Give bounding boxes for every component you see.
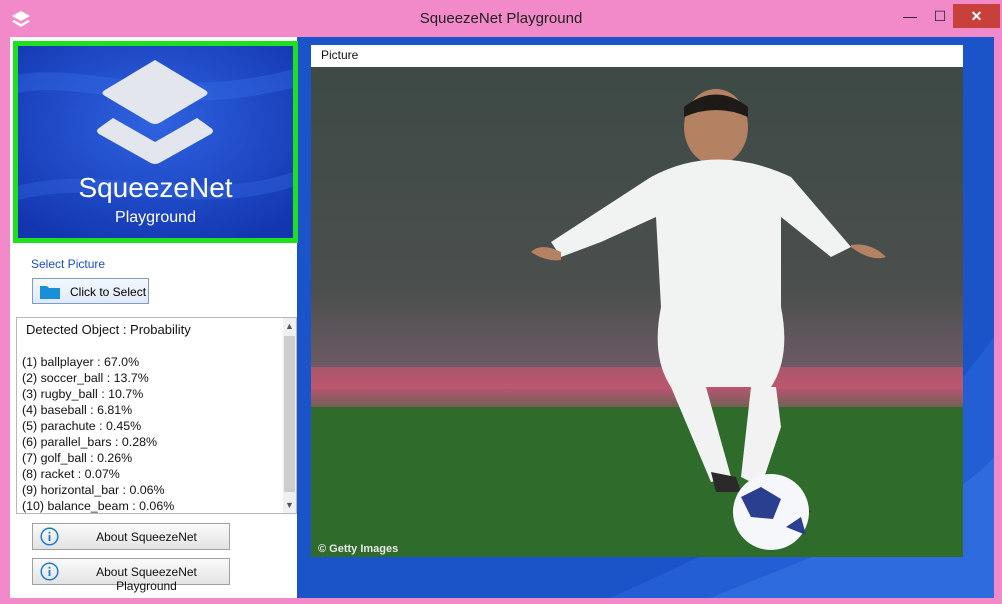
scroll-up-icon[interactable]: ▲	[283, 318, 296, 334]
scroll-down-icon[interactable]: ▼	[283, 497, 296, 513]
info-icon	[40, 562, 59, 581]
list-item: (7) golf_ball : 0.26%	[22, 451, 133, 465]
select-picture-button[interactable]: Click to Select	[32, 278, 149, 304]
list-item: (1) ballplayer : 67.0%	[22, 355, 140, 369]
client-area: SqueezeNet Playground Select Picture Cli…	[10, 37, 994, 598]
scroll-thumb[interactable]	[284, 336, 295, 492]
list-item: (6) parallel_bars : 0.28%	[22, 435, 157, 449]
list-item: (4) baseball : 6.81%	[22, 403, 133, 417]
logo-title: SqueezeNet	[78, 172, 233, 203]
logo-subtitle: Playground	[115, 209, 196, 226]
left-panel: SqueezeNet Playground Select Picture Cli…	[10, 37, 298, 598]
info-icon	[40, 527, 59, 546]
logo-banner: SqueezeNet Playground	[13, 41, 298, 243]
about-squeezenet-label: About SqueezeNet	[96, 530, 197, 544]
window-title: SqueezeNet Playground	[419, 10, 583, 27]
title-bar[interactable]: SqueezeNet Playground — ☐ ✕	[0, 0, 1002, 37]
picture-groupbox-header: Picture	[311, 45, 963, 67]
results-header: Detected Object : Probability	[26, 322, 191, 337]
about-playground-label: About SqueezeNet Playground	[96, 565, 197, 593]
picture-group: Picture © Getty Images	[311, 45, 963, 557]
soccer-player-photo	[311, 67, 963, 557]
close-button[interactable]: ✕	[953, 4, 1000, 28]
list-item: (9) horizontal_bar : 0.06%	[22, 483, 165, 497]
select-button-label: Click to Select	[70, 285, 147, 299]
picture-viewer: © Getty Images	[311, 67, 963, 557]
list-item: (5) parachute : 0.45%	[22, 419, 142, 433]
about-playground-button[interactable]: About SqueezeNet Playground	[32, 558, 230, 593]
app-window: SqueezeNet Playground — ☐ ✕ SqueezeNet P…	[0, 0, 1002, 604]
select-picture-label: Select Picture	[31, 257, 106, 271]
photo-watermark: © Getty Images	[318, 543, 399, 555]
about-squeezenet-button[interactable]: About SqueezeNet	[32, 523, 230, 550]
list-item: (3) rugby_ball : 10.7%	[22, 387, 144, 401]
vertical-scrollbar[interactable]: ▲ ▼	[283, 318, 296, 513]
results-items: (1) ballplayer : 67.0% (2) soccer_ball :…	[22, 354, 174, 514]
folder-icon	[40, 286, 60, 299]
list-item: (10) balance_beam : 0.06%	[22, 499, 175, 513]
list-item: (8) racket : 0.07%	[22, 467, 120, 481]
picture-label: Picture	[321, 48, 359, 62]
list-item: (2) soccer_ball : 13.7%	[22, 371, 149, 385]
results-list[interactable]: Detected Object : Probability (1) ballpl…	[16, 317, 297, 514]
